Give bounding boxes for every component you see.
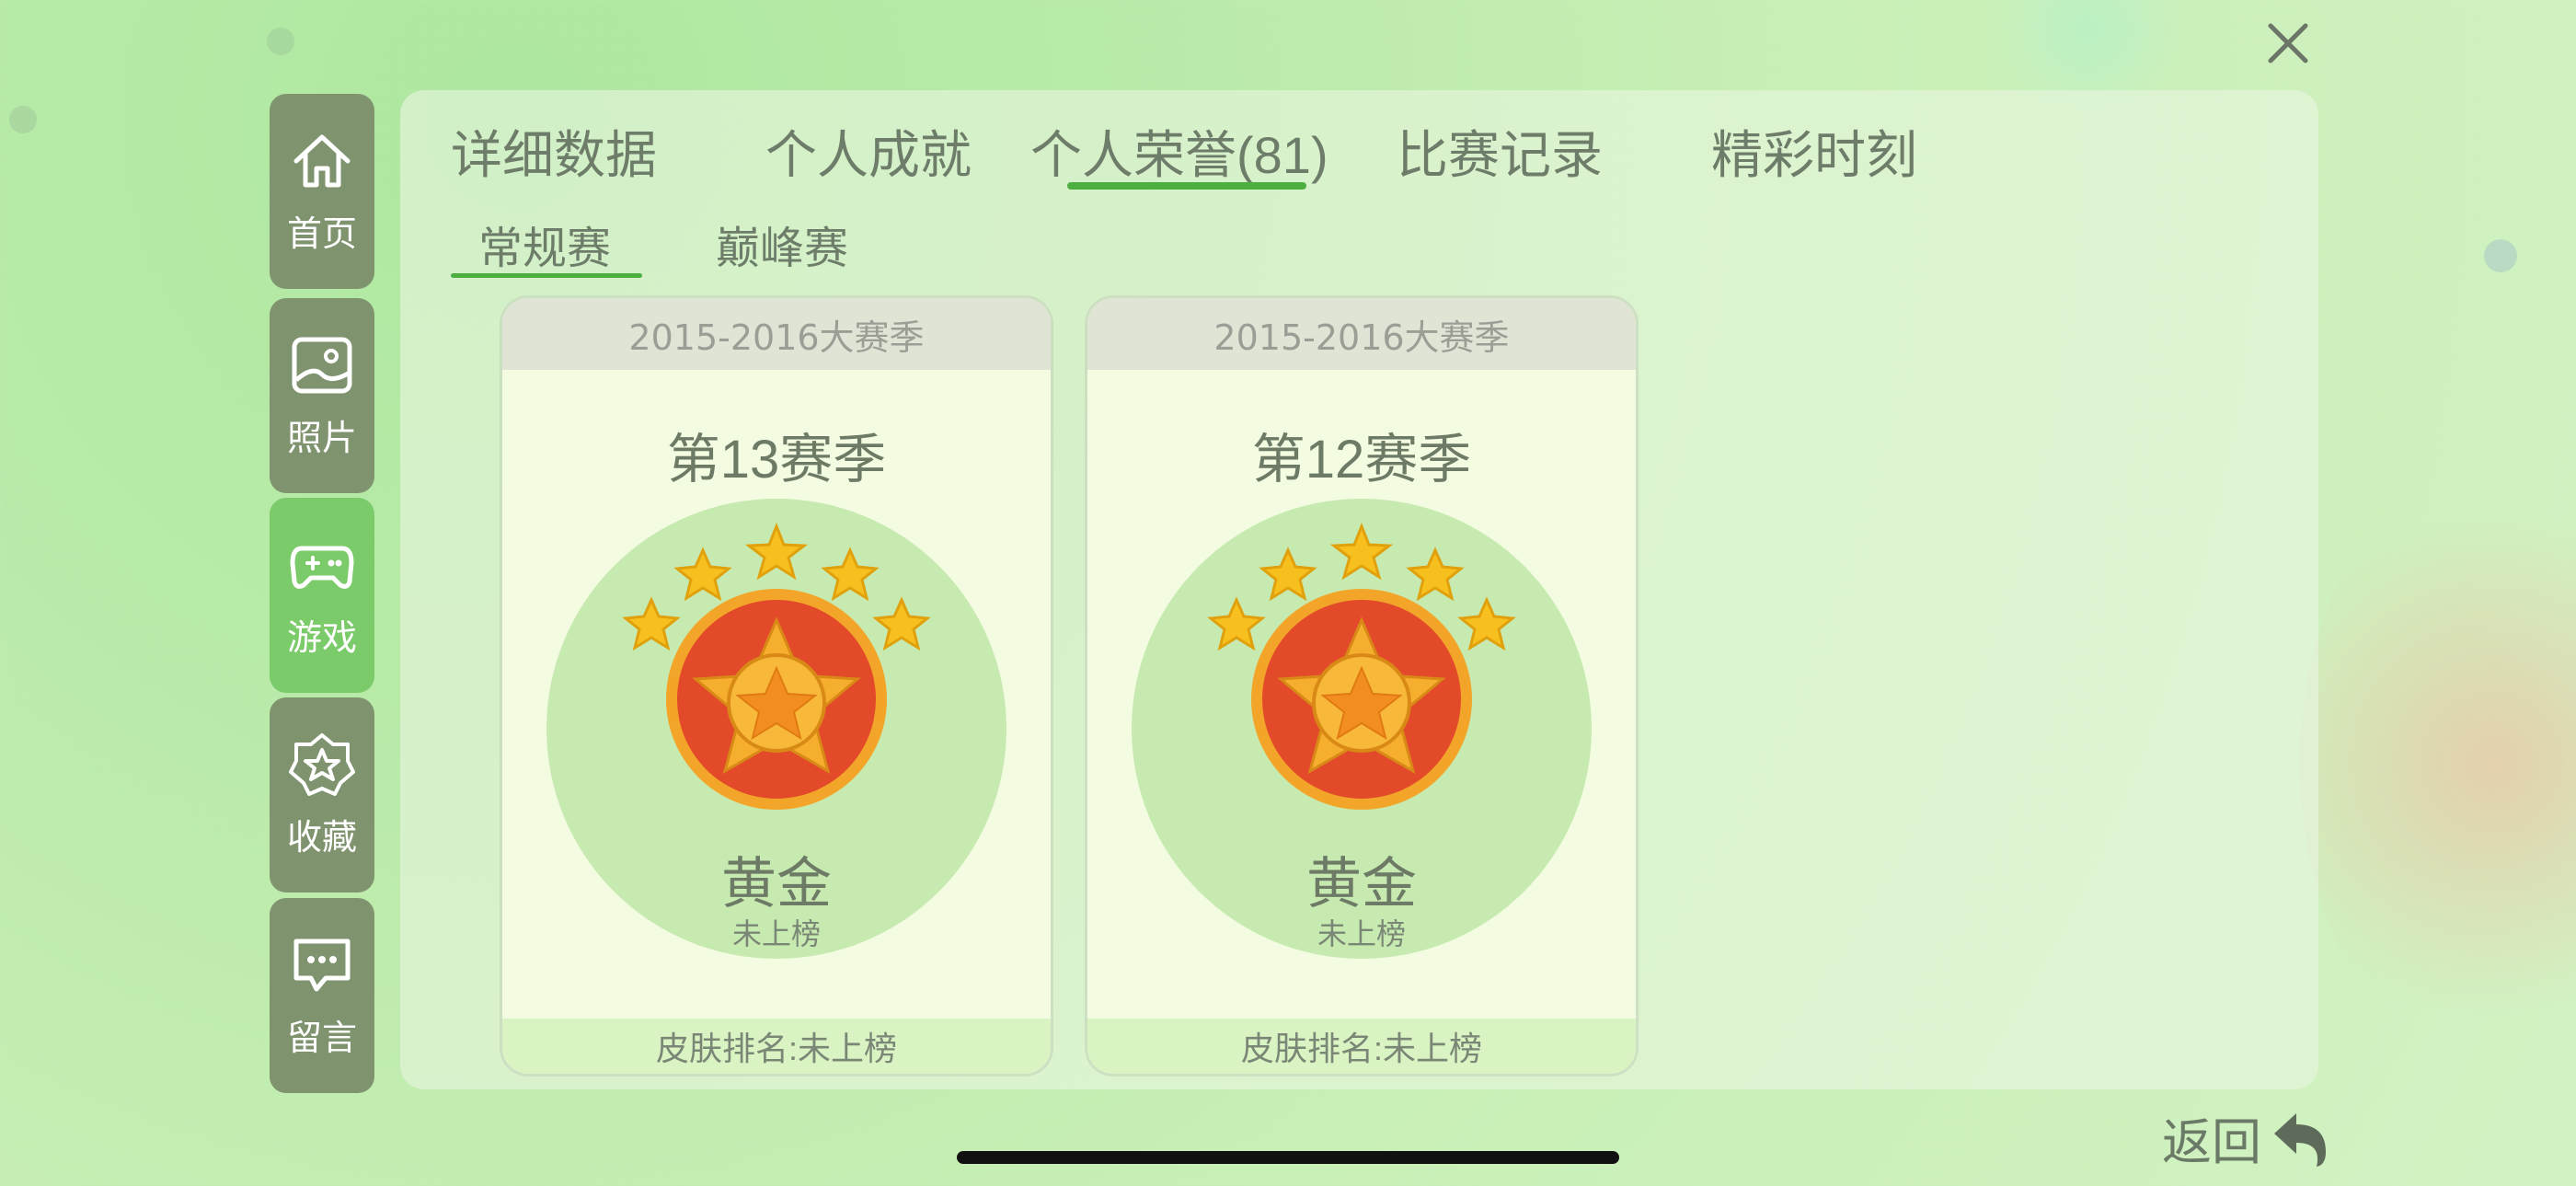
card-season: 第12赛季	[1251, 430, 1472, 489]
tier-label: 黄金	[721, 853, 832, 915]
nav-label: 留言	[286, 1019, 357, 1058]
bg-decoration	[2484, 239, 2517, 272]
nav-messages[interactable]: 留言	[270, 898, 374, 1093]
tab-achievements[interactable]: 个人成就	[765, 114, 972, 189]
tier-label: 黄金	[1306, 853, 1417, 915]
back-arrow-icon	[2274, 1112, 2326, 1167]
medal-circle: 黄金 未上榜	[1132, 499, 1592, 959]
home-icon	[293, 134, 351, 187]
nav-label: 照片	[286, 419, 357, 458]
rank-status: 未上榜	[731, 916, 821, 951]
nav-games[interactable]: 游戏	[270, 498, 374, 693]
tab-details[interactable]: 详细数据	[451, 114, 657, 189]
honor-card[interactable]: 2015-2016大赛季 第12赛季 黄金 未上榜 皮肤排名:未上榜	[1087, 298, 1636, 1074]
message-icon	[293, 938, 351, 991]
medal-circle: 黄金 未上榜	[546, 499, 1006, 959]
close-icon[interactable]	[2263, 18, 2313, 68]
bg-decoration	[2300, 460, 2576, 1067]
tab-active-indicator	[1067, 182, 1306, 190]
back-label: 返回	[2162, 1115, 2261, 1170]
subtab-peak[interactable]: 巅峰赛	[716, 212, 848, 276]
card-header: 2015-2016大赛季	[502, 298, 1051, 370]
nav-photos[interactable]: 照片	[270, 298, 374, 493]
tab-highlights[interactable]: 精彩时刻	[1711, 114, 1917, 189]
tab-honors[interactable]: 个人荣誉(81)	[1030, 114, 1328, 189]
subtab-regular[interactable]: 常规赛	[478, 212, 611, 276]
nav-label: 收藏	[286, 818, 357, 858]
bg-decoration	[9, 106, 37, 133]
subtab-active-indicator	[451, 273, 642, 278]
gamepad-icon	[290, 546, 354, 589]
card-footer: 皮肤排名:未上榜	[1087, 1019, 1636, 1074]
back-button[interactable]: 返回	[2162, 1101, 2333, 1174]
nav-label: 首页	[286, 214, 357, 254]
card-footer: 皮肤排名:未上榜	[502, 1019, 1051, 1074]
rank-status: 未上榜	[1317, 916, 1406, 951]
nav-favorites[interactable]: 收藏	[270, 697, 374, 892]
honor-card[interactable]: 2015-2016大赛季 第13赛季 黄金 未上榜 皮肤排名:未上榜	[502, 298, 1051, 1074]
photo-icon	[292, 337, 352, 393]
nav-label: 游戏	[286, 618, 357, 658]
star-badge-icon	[289, 732, 355, 796]
home-indicator	[957, 1151, 1619, 1164]
nav-home[interactable]: 首页	[270, 94, 374, 289]
card-header: 2015-2016大赛季	[1087, 298, 1636, 370]
tab-match-records[interactable]: 比赛记录	[1397, 114, 1603, 189]
bg-decoration	[267, 28, 294, 55]
card-season: 第13赛季	[666, 430, 887, 489]
